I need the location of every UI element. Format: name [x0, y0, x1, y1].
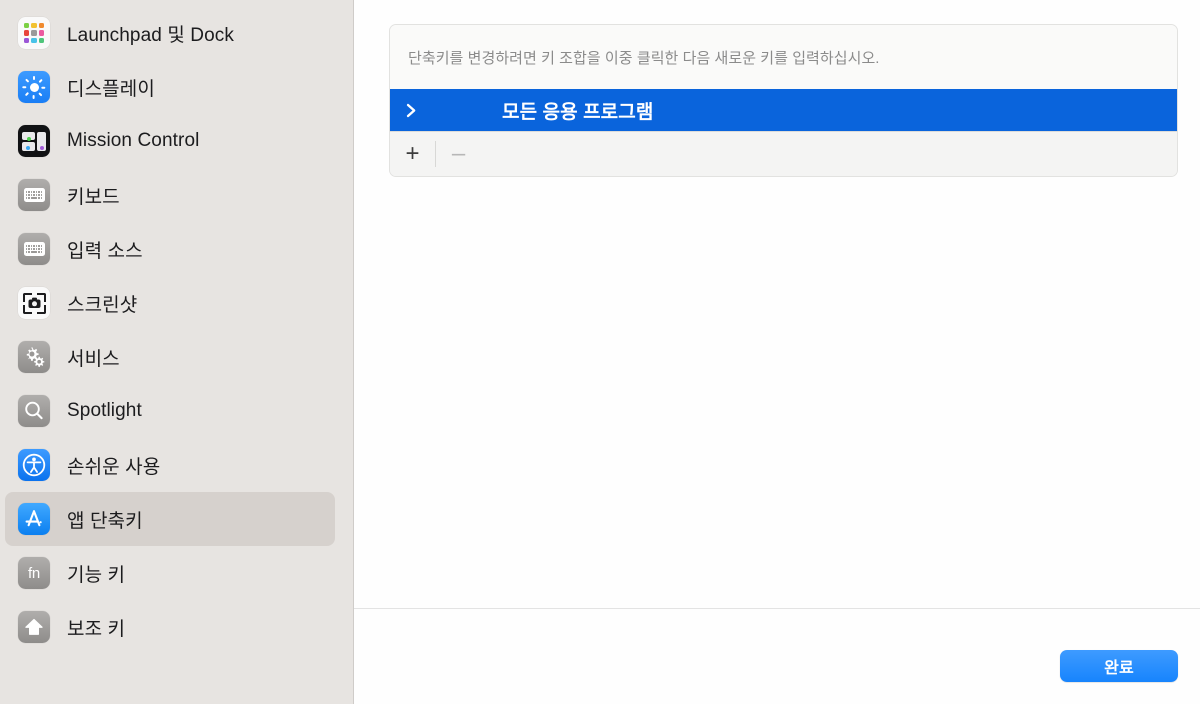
- chevron-right-icon[interactable]: [404, 103, 418, 117]
- sidebar-item-label: Mission Control: [67, 130, 200, 151]
- sidebar-item-spotlight[interactable]: Spotlight: [5, 384, 335, 438]
- shortcut-group-title: 모든 응용 프로그램: [502, 101, 654, 123]
- sidebar-item-keyboard[interactable]: 키보드: [5, 168, 335, 222]
- screenshot-camera-icon: [18, 287, 50, 319]
- display-brightness-icon: [18, 71, 50, 103]
- remove-shortcut-button[interactable]: –: [436, 132, 481, 176]
- sidebar-item-input-sources[interactable]: 입력 소스: [5, 222, 335, 276]
- system-settings-window: Launchpad 및 Dock 디스플레이 Mission Control 키…: [0, 0, 1200, 704]
- mission-control-icon: [18, 125, 50, 157]
- sidebar-item-display[interactable]: 디스플레이: [5, 60, 335, 114]
- sidebar-item-screenshot[interactable]: 스크린샷: [5, 276, 335, 330]
- sidebar-item-label: 스크린샷: [67, 294, 138, 316]
- sidebar-list: Launchpad 및 Dock 디스플레이 Mission Control 키…: [0, 6, 354, 654]
- shortcut-group-row[interactable]: 모든 응용 프로그램: [390, 89, 1177, 131]
- input-sources-keyboard-icon: [18, 233, 50, 265]
- sidebar-item-label: Launchpad 및 Dock: [67, 24, 234, 46]
- sidebar-item-mission-control[interactable]: Mission Control: [5, 114, 335, 168]
- panel-toolbar: + –: [390, 131, 1177, 176]
- function-key-fn-icon: fn: [18, 557, 50, 589]
- app-shortcuts-panel: 단축키를 변경하려면 키 조합을 이중 클릭한 다음 새로운 키를 입력하십시오…: [389, 24, 1178, 177]
- sidebar-item-launchpad-dock[interactable]: Launchpad 및 Dock: [5, 6, 335, 60]
- done-button[interactable]: 완료: [1060, 650, 1178, 682]
- sidebar-item-services[interactable]: 서비스: [5, 330, 335, 384]
- modifier-key-shift-icon: [18, 611, 50, 643]
- sidebar-item-label: 키보드: [67, 186, 120, 208]
- detail-pane: 단축키를 변경하려면 키 조합을 이중 클릭한 다음 새로운 키를 입력하십시오…: [354, 0, 1200, 704]
- sidebar-item-label: 앱 단축키: [67, 510, 143, 532]
- sidebar-item-app-shortcuts[interactable]: 앱 단축키: [5, 492, 335, 546]
- sidebar-item-label: 서비스: [67, 348, 120, 370]
- add-shortcut-button[interactable]: +: [390, 132, 435, 176]
- launchpad-icon: [18, 17, 50, 49]
- services-gears-icon: [18, 341, 50, 373]
- sidebar-item-label: Spotlight: [67, 400, 142, 421]
- sidebar-item-label: 기능 키: [67, 564, 126, 586]
- sidebar-item-label: 보조 키: [67, 618, 126, 640]
- panel-help-text: 단축키를 변경하려면 키 조합을 이중 클릭한 다음 새로운 키를 입력하십시오…: [408, 49, 880, 67]
- keyboard-icon: [18, 179, 50, 211]
- sidebar-item-accessibility[interactable]: 손쉬운 사용: [5, 438, 335, 492]
- sidebar-item-label: 디스플레이: [67, 78, 155, 100]
- sidebar-item-function-keys[interactable]: fn 기능 키: [5, 546, 335, 600]
- accessibility-icon: [18, 449, 50, 481]
- sidebar: Launchpad 및 Dock 디스플레이 Mission Control 키…: [0, 0, 354, 704]
- panel-help-area: 단축키를 변경하려면 키 조합을 이중 클릭한 다음 새로운 키를 입력하십시오…: [390, 25, 1177, 89]
- sidebar-item-label: 입력 소스: [67, 240, 143, 262]
- footer-divider: [354, 608, 1200, 609]
- app-store-icon: [18, 503, 50, 535]
- sidebar-item-label: 손쉬운 사용: [67, 456, 161, 478]
- sidebar-item-modifier-keys[interactable]: 보조 키: [5, 600, 335, 654]
- spotlight-search-icon: [18, 395, 50, 427]
